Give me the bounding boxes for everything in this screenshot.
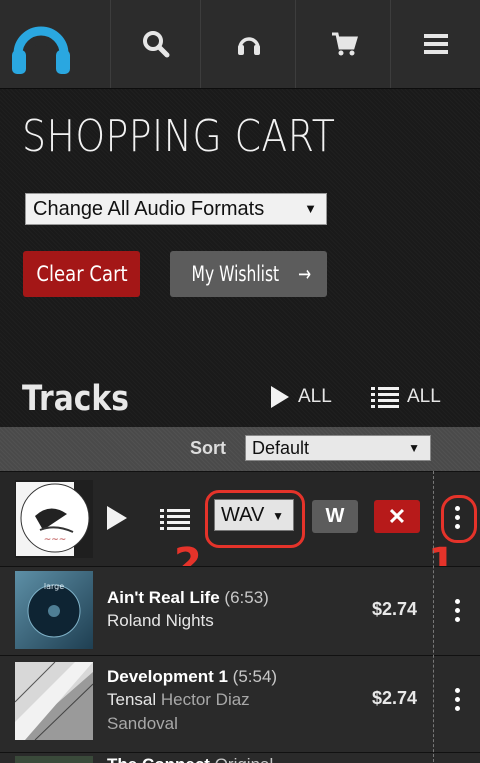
menu-button[interactable] — [390, 0, 480, 88]
top-nav — [0, 0, 480, 89]
more-options-button[interactable] — [450, 688, 464, 711]
play-track-button[interactable] — [106, 505, 128, 536]
clear-cart-button[interactable]: Clear Cart — [23, 251, 140, 297]
dot — [454, 608, 460, 613]
player-button[interactable] — [200, 0, 296, 88]
track-duration: (6:53) — [224, 588, 269, 607]
dot — [454, 688, 460, 693]
dot — [454, 697, 460, 702]
svg-text:~~~: ~~~ — [44, 535, 67, 545]
cart-track-row: Development 1 (5:54) Tensal Hector Diaz … — [0, 655, 480, 752]
track-title: Development 1 — [107, 667, 228, 686]
change-formats-select[interactable]: Change All Audio Formats ▼ — [25, 193, 327, 225]
play-icon — [107, 506, 127, 530]
dropdown-arrow-icon: ▼ — [304, 201, 317, 216]
change-formats-label: Change All Audio Formats — [33, 197, 265, 220]
arrow-right-icon: → — [298, 262, 312, 286]
dot — [454, 706, 460, 711]
headphones-icon — [237, 37, 260, 55]
track-artist[interactable]: Roland Nights — [107, 609, 287, 633]
dropdown-arrow-icon: ▼ — [408, 441, 420, 455]
queue-all-button[interactable]: ALL — [371, 385, 441, 409]
menu-icon — [424, 34, 448, 54]
add-to-queue-button[interactable] — [160, 508, 190, 535]
headphones-logo-icon[interactable] — [8, 14, 74, 80]
sort-label: Sort — [190, 438, 226, 458]
album-art[interactable]: large — [15, 571, 93, 649]
sort-select[interactable]: Default ▼ — [245, 435, 431, 461]
search-button[interactable] — [110, 0, 201, 88]
album-art[interactable]: ~~~ — [15, 480, 93, 558]
w-label: W — [325, 505, 345, 527]
queue-all-label: ALL — [407, 386, 441, 407]
track-title-line[interactable]: Ain't Real Life (6:53) — [107, 588, 269, 608]
list-icon — [160, 509, 190, 530]
play-all-button[interactable]: ALL — [270, 385, 332, 409]
album-art[interactable] — [15, 662, 93, 740]
search-icon — [143, 31, 170, 58]
svg-text:large: large — [44, 582, 64, 591]
remove-track-button[interactable]: ✕ — [374, 500, 420, 533]
dot — [454, 617, 460, 622]
divider — [433, 471, 434, 762]
track-price: $2.74 — [372, 599, 418, 619]
cart-header-area: SHOPPING CART Change All Audio Formats ▼… — [0, 89, 480, 427]
track-title: Ain't Real Life — [107, 588, 220, 607]
artist-name: Tensal — [107, 690, 157, 709]
page-title: SHOPPING CART — [22, 111, 336, 162]
wishlist-track-button[interactable]: W — [312, 500, 358, 533]
sort-value: Default — [252, 438, 310, 458]
cart-track-row: The Connect Original — [0, 752, 480, 763]
cart-button[interactable] — [295, 0, 391, 88]
track-duration: (5:54) — [232, 667, 278, 686]
track-title-line[interactable]: Development 1 (5:54) — [107, 667, 277, 687]
artist-name: Roland Nights — [107, 611, 214, 630]
sort-bar: Sort Default ▼ — [0, 427, 480, 471]
more-options-button[interactable] — [450, 599, 464, 622]
annotation-ring — [441, 495, 477, 543]
my-wishlist-button[interactable]: My Wishlist → — [170, 251, 327, 297]
close-icon: ✕ — [387, 503, 407, 529]
play-icon — [271, 386, 289, 408]
clear-cart-label: Clear Cart — [35, 262, 128, 286]
tracks-heading: Tracks — [22, 379, 129, 419]
cart-icon — [331, 32, 358, 56]
wishlist-label: My Wishlist — [191, 262, 280, 286]
dot — [454, 599, 460, 604]
play-all-label: ALL — [298, 386, 332, 407]
list-icon — [371, 387, 399, 408]
cart-track-row: large Ain't Real Life (6:53) Roland Nigh… — [0, 566, 480, 655]
annotation-ring — [205, 490, 305, 548]
track-price: $2.74 — [372, 688, 418, 708]
track-artist[interactable]: Tensal Hector Diaz Sandoval — [107, 688, 287, 736]
